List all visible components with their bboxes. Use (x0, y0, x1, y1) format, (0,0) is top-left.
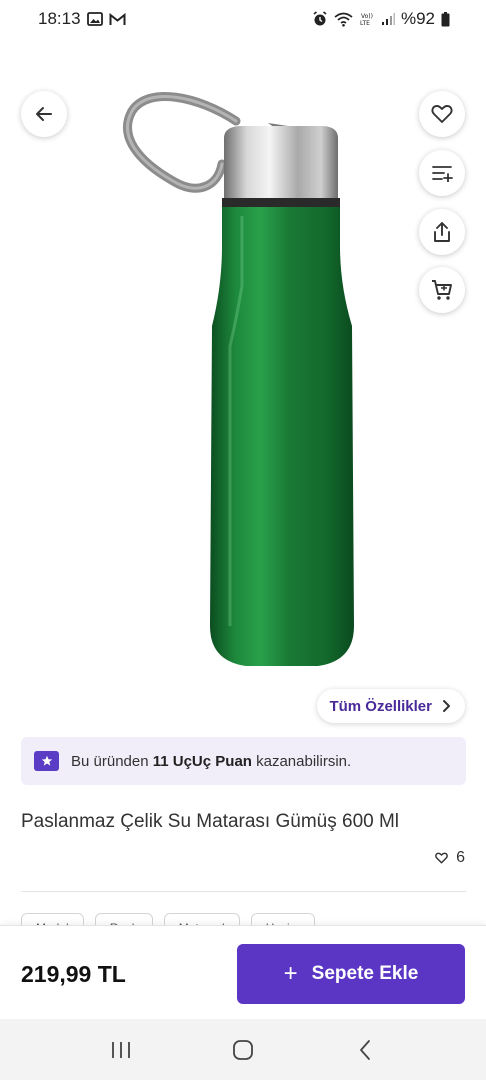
product-image-gallery[interactable] (0, 38, 486, 688)
svg-text:Vo)): Vo)) (361, 13, 373, 20)
chevron-left-icon (360, 1039, 370, 1060)
alarm-icon (312, 11, 328, 27)
points-text: Bu üründen 11 UçUç Puan kazanabilirsin. (71, 753, 351, 770)
volte-icon: Vo)) LTE (359, 11, 375, 27)
add-to-cart-button[interactable]: + Sepete Ekle (237, 944, 465, 1004)
home-icon (233, 1039, 253, 1060)
add-to-list-button[interactable] (419, 150, 465, 196)
points-suffix: kazanabilirsin. (251, 752, 352, 770)
points-star-icon (34, 751, 59, 771)
gallery-icon (86, 12, 103, 26)
points-prefix: Bu üründen (71, 752, 153, 770)
status-right: Vo)) LTE %92 (312, 9, 450, 29)
status-time: 18:13 (38, 9, 81, 28)
battery-icon (441, 11, 450, 27)
status-left: 18:13 (38, 9, 126, 29)
all-features-label: Tüm Özellikler (329, 697, 432, 715)
heart-outline-icon (435, 852, 448, 864)
chevron-right-icon (443, 700, 450, 712)
back-arrow-icon (36, 107, 52, 121)
product-title: Paslanmaz Çelik Su Matarası Gümüş 600 Ml (21, 811, 400, 832)
add-to-cart-label: Sepete Ekle (311, 963, 419, 984)
favorite-button[interactable] (419, 91, 465, 137)
like-count[interactable]: 6 (435, 849, 465, 867)
product-image (123, 92, 354, 666)
all-features-button[interactable]: Tüm Özellikler (317, 689, 465, 723)
status-bar: 18:13 Vo)) LTE %92 (0, 0, 486, 38)
wifi-icon (334, 12, 353, 27)
recent-apps-button[interactable] (101, 1030, 141, 1070)
back-button[interactable] (21, 91, 67, 137)
add-to-list-icon (432, 166, 453, 182)
battery-level: %92 (400, 9, 435, 28)
like-count-value: 6 (456, 849, 465, 866)
points-amount: 11 UçUç Puan (152, 752, 252, 770)
svg-text:LTE: LTE (360, 20, 370, 27)
plus-icon: + (283, 960, 298, 987)
share-icon (434, 222, 450, 242)
divider (21, 891, 466, 892)
signal-icon (381, 12, 395, 26)
home-button[interactable] (223, 1030, 263, 1070)
cart-button[interactable] (419, 267, 465, 313)
recent-apps-icon (112, 1041, 130, 1058)
heart-icon (431, 105, 453, 123)
system-back-button[interactable] (345, 1030, 385, 1070)
cart-icon (432, 280, 452, 300)
gmail-icon (109, 12, 126, 26)
price: 219,99 TL (21, 961, 126, 987)
points-banner: Bu üründen 11 UçUç Puan kazanabilirsin. (21, 737, 466, 785)
system-navigation-bar (0, 1019, 486, 1080)
share-button[interactable] (419, 209, 465, 255)
purchase-bar: 219,99 TL + Sepete Ekle (0, 925, 486, 1019)
